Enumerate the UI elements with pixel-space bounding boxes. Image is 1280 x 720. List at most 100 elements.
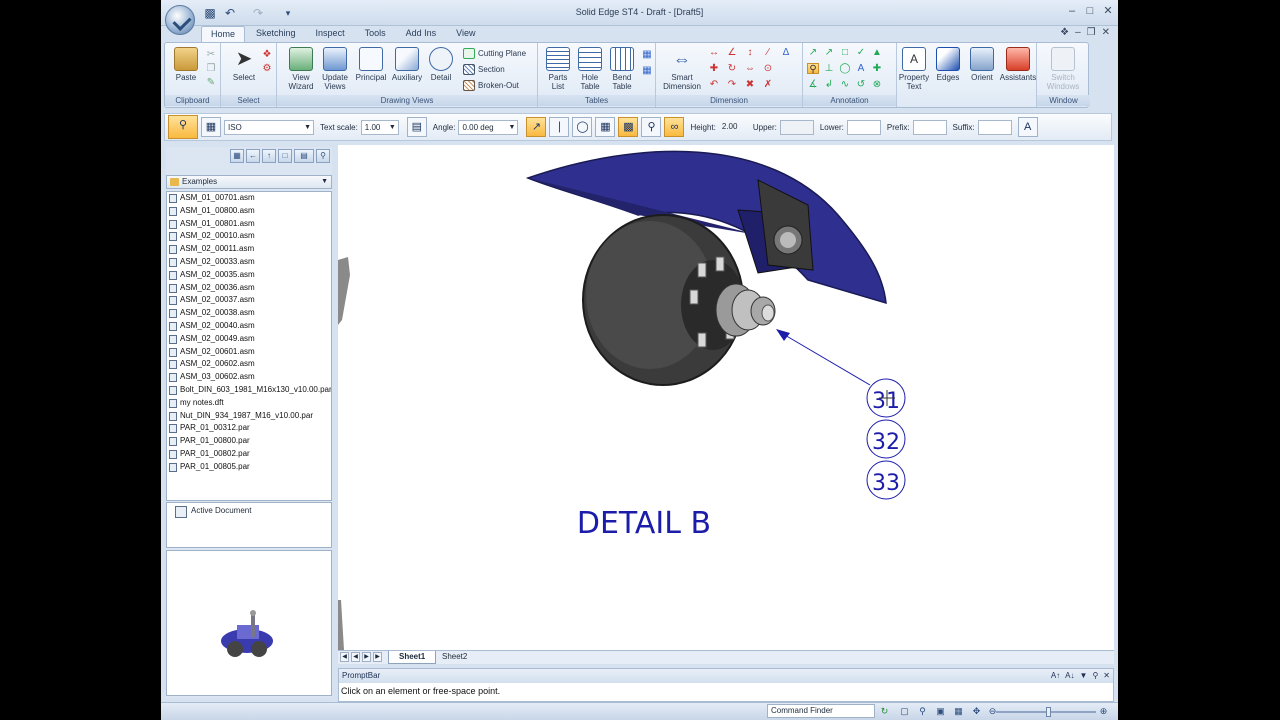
section-button[interactable]: Section xyxy=(463,64,505,75)
new-folder-icon[interactable]: □ xyxy=(278,149,292,163)
upper-field[interactable] xyxy=(779,119,814,135)
tab-sheet1[interactable]: Sheet1 xyxy=(388,651,437,664)
file-list-item[interactable]: ASM_02_00037.asm xyxy=(167,294,331,307)
auxiliary-button[interactable]: Auxiliary xyxy=(389,47,425,82)
zoom-area-icon[interactable]: ▢ xyxy=(899,706,910,717)
tab-inspect[interactable]: Inspect xyxy=(307,26,354,42)
lower-field[interactable] xyxy=(846,119,881,135)
detail-view-graphic[interactable]: 31 32 33 DETAIL B xyxy=(338,145,1114,650)
dim-style-icon[interactable]: Δ xyxy=(780,47,792,58)
datum-target-icon[interactable]: ∡ xyxy=(807,79,819,90)
font-decrease-icon[interactable]: A↓ xyxy=(1065,669,1074,683)
file-list-item[interactable]: ASM_01_00701.asm xyxy=(167,192,331,205)
zoom-slider[interactable] xyxy=(996,707,1096,717)
copy-icon[interactable]: ❐ xyxy=(205,63,217,74)
next-sheet-icon[interactable]: ▶ xyxy=(362,652,371,662)
file-list-item[interactable]: ASM_01_00801.asm xyxy=(167,218,331,231)
fit-all-icon[interactable]: ▦ xyxy=(953,706,964,717)
principal-button[interactable]: Principal xyxy=(353,47,389,82)
dim-chamfer-icon[interactable]: ∕ xyxy=(762,47,774,58)
last-sheet-icon[interactable]: ▶ xyxy=(373,652,382,662)
dim-symmetric-icon[interactable]: ✚ xyxy=(708,63,720,74)
tab-sketching[interactable]: Sketching xyxy=(247,26,305,42)
surface-texture-icon[interactable]: ✓ xyxy=(855,47,867,58)
suffix-field[interactable] xyxy=(977,119,1012,135)
parts-list-button[interactable]: Parts List xyxy=(542,47,574,91)
text-icon[interactable]: A xyxy=(855,63,867,74)
views-icon[interactable]: ▦ xyxy=(230,149,244,163)
file-list-item[interactable]: ASM_02_00601.asm xyxy=(167,346,331,359)
close-pane-icon[interactable]: ✕ xyxy=(1103,669,1110,683)
circle-shape-icon[interactable]: ◯ xyxy=(572,117,593,137)
file-list-item[interactable]: PAR_01_00312.par xyxy=(167,422,331,435)
file-list-item[interactable]: ASM_02_00602.asm xyxy=(167,358,331,371)
center-line-icon[interactable]: ∿ xyxy=(839,79,851,90)
dim-distance-icon[interactable]: ↔ xyxy=(708,47,720,58)
paste-button[interactable]: Paste xyxy=(171,47,201,82)
file-list-item[interactable]: PAR_01_00800.par xyxy=(167,435,331,448)
zoom-in-icon[interactable]: ⊕ xyxy=(1098,706,1109,717)
file-list-item[interactable]: PAR_01_00802.par xyxy=(167,448,331,461)
first-sheet-icon[interactable]: ◀ xyxy=(340,652,349,662)
command-finder-input[interactable]: Command Finder xyxy=(767,704,875,718)
select-button[interactable]: ➤ Select xyxy=(229,47,259,82)
file-list-item[interactable]: ASM_01_00800.asm xyxy=(167,205,331,218)
assistants-button[interactable]: Assistants xyxy=(999,47,1037,82)
view-wizard-button[interactable]: View Wizard xyxy=(285,47,317,91)
file-list-item[interactable]: ASM_02_00011.asm xyxy=(167,243,331,256)
font-increase-icon[interactable]: A↑ xyxy=(1051,669,1060,683)
item-number-icon[interactable]: ▩ xyxy=(618,117,639,137)
search-icon[interactable]: ⚲ xyxy=(316,149,330,163)
detail-button[interactable]: Detail xyxy=(425,47,457,82)
leader-toggle-icon[interactable]: ↗ xyxy=(526,117,547,137)
break-line-icon[interactable]: ∣ xyxy=(549,117,570,137)
tab-sheet2[interactable]: Sheet2 xyxy=(432,651,477,664)
dim-radial-icon[interactable]: ⊙ xyxy=(762,63,774,74)
bolt-hole-circle-icon[interactable]: ↺ xyxy=(855,79,867,90)
alternate-position-icon[interactable]: ∞ xyxy=(664,117,685,137)
table-options-icon[interactable]: ▦ xyxy=(641,49,653,60)
detail-view-label[interactable]: DETAIL B xyxy=(577,506,711,541)
cut-icon[interactable]: ✂ xyxy=(205,49,217,60)
orientation-icon[interactable]: ▤ xyxy=(406,117,427,137)
help-icon[interactable]: ❖ xyxy=(1060,27,1069,38)
prev-sheet-icon[interactable]: ◀ xyxy=(351,652,360,662)
prefix-field[interactable] xyxy=(912,119,947,135)
application-button[interactable] xyxy=(165,5,195,35)
balloon-properties-icon[interactable]: ⚲ xyxy=(168,115,198,139)
dim-symmetric-diameter-icon[interactable]: ↶ xyxy=(708,79,720,90)
orient-button[interactable]: Orient xyxy=(965,47,999,82)
property-text-button[interactable]: A Property Text xyxy=(897,47,931,91)
pane-dropdown-icon[interactable]: ▼ xyxy=(1080,669,1088,683)
select-tools-icon[interactable]: ⚙ xyxy=(261,63,273,74)
balloon-leader-line[interactable] xyxy=(777,330,871,386)
file-list-item[interactable]: ASM_02_00038.asm xyxy=(167,307,331,320)
edges-button[interactable]: Edges xyxy=(931,47,965,82)
tab-tools[interactable]: Tools xyxy=(356,26,395,42)
standard-select[interactable]: ISO ▼ xyxy=(224,119,314,135)
doc-close-icon[interactable]: ✕ xyxy=(1102,27,1110,38)
pin-icon[interactable]: ⚲ xyxy=(1092,669,1098,683)
format-painter-icon[interactable]: ✎ xyxy=(205,77,217,88)
tab-view[interactable]: View xyxy=(447,26,484,42)
item-count-icon[interactable]: ▦ xyxy=(595,117,616,137)
style-table-icon[interactable]: ▦ xyxy=(201,117,221,137)
back-icon[interactable]: ← xyxy=(246,149,260,163)
bend-table-button[interactable]: Bend Table xyxy=(606,47,638,91)
close-icon[interactable]: ✕ xyxy=(1101,4,1115,18)
switch-windows-button[interactable]: Switch Windows xyxy=(1041,47,1085,91)
dim-coordinate-icon[interactable]: ↕ xyxy=(744,47,756,58)
update-views-button[interactable]: Update Views xyxy=(319,47,351,91)
file-list-item[interactable]: ASM_02_00040.asm xyxy=(167,320,331,333)
leader-icon[interactable]: ↗ xyxy=(807,47,819,58)
dim-between-icon[interactable]: ⇔ xyxy=(744,63,756,74)
file-list-item[interactable]: my notes.dft xyxy=(167,397,331,410)
select-filter-icon[interactable]: ❖ xyxy=(261,49,273,60)
tree-node-active-document[interactable]: Active Document xyxy=(175,506,251,518)
datum-frame-icon[interactable]: ✚ xyxy=(871,63,883,74)
up-folder-icon[interactable]: ↑ xyxy=(262,149,276,163)
file-list-item[interactable]: Nut_DIN_934_1987_M16_v10.00.par xyxy=(167,410,331,423)
file-list-item[interactable]: ASM_02_00049.asm xyxy=(167,333,331,346)
zoom-icon[interactable]: ⚲ xyxy=(917,706,928,717)
hole-table-button[interactable]: Hole Table xyxy=(574,47,606,91)
